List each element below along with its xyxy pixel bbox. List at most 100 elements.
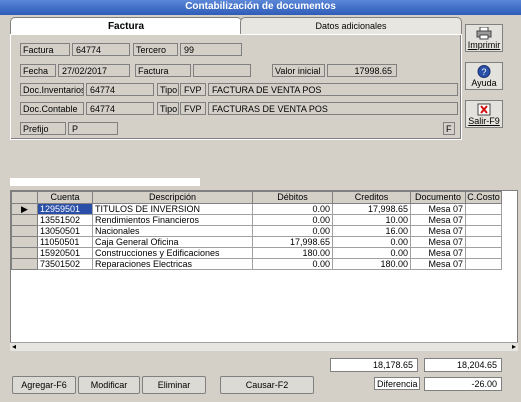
- doc-inventarios-label: Doc.Inventarios: [20, 83, 84, 96]
- tab-datos-adicionales[interactable]: Datos adicionales: [240, 17, 462, 35]
- tipo2-code-field[interactable]: FVP: [180, 102, 206, 115]
- cell-descripcion[interactable]: Caja General Oficina: [92, 236, 253, 248]
- help-label: Ayuda: [471, 78, 497, 88]
- table-row[interactable]: 73501502 Reparaciones Electricas 0.00 18…: [11, 258, 502, 270]
- tipo1-description: FACTURA DE VENTA POS: [208, 83, 458, 96]
- row-pointer-icon: ▶: [11, 203, 38, 215]
- modificar-button[interactable]: Modificar: [78, 376, 140, 394]
- grid-header-row: Cuenta Descripción Débitos Creditos Docu…: [11, 191, 502, 204]
- col-creditos[interactable]: Creditos: [332, 191, 411, 204]
- scroll-right-icon[interactable]: ▸: [512, 342, 516, 351]
- valor-inicial-field[interactable]: 17998.65: [327, 64, 397, 77]
- printer-icon: [476, 27, 492, 40]
- total-creditos: 18,204.65: [424, 358, 502, 372]
- tipo1-label: Tipo: [157, 83, 179, 96]
- table-row[interactable]: 13050501 Nacionales 0.00 16.00 Mesa 07: [11, 225, 502, 237]
- diferencia-label: Diferencia: [374, 377, 420, 390]
- window-title: Contabilización de documentos: [0, 0, 521, 15]
- row-indicator: [11, 236, 38, 248]
- cell-descripcion[interactable]: Reparaciones Electricas: [92, 258, 253, 270]
- cell-ccosto[interactable]: [465, 225, 502, 237]
- row-indicator: [11, 214, 38, 226]
- cell-creditos[interactable]: 16.00: [332, 225, 411, 237]
- col-ccosto[interactable]: C.Costo: [465, 191, 502, 204]
- cell-creditos[interactable]: 0.00: [332, 236, 411, 248]
- table-row[interactable]: 13551502 Rendimientos Financieros 0.00 1…: [11, 214, 502, 226]
- col-descripcion[interactable]: Descripción: [92, 191, 253, 204]
- cell-creditos[interactable]: 10.00: [332, 214, 411, 226]
- agregar-button[interactable]: Agregar-F6: [12, 376, 76, 394]
- entries-grid[interactable]: Cuenta Descripción Débitos Creditos Docu…: [10, 190, 518, 350]
- doc-contable-label: Doc.Contable: [20, 102, 84, 115]
- flag-field[interactable]: F: [443, 122, 455, 135]
- cell-documento[interactable]: Mesa 07: [410, 214, 466, 226]
- cell-ccosto[interactable]: [465, 247, 502, 259]
- cell-documento[interactable]: Mesa 07: [410, 236, 466, 248]
- help-button[interactable]: ? Ayuda: [465, 62, 503, 90]
- prefijo-field[interactable]: P: [68, 122, 118, 135]
- fecha-field[interactable]: 27/02/2017: [58, 64, 130, 77]
- table-row[interactable]: 11050501 Caja General Oficina 17,998.65 …: [11, 236, 502, 248]
- cell-documento[interactable]: Mesa 07: [410, 225, 466, 237]
- cell-cuenta[interactable]: 12959501: [37, 203, 93, 215]
- col-cuenta[interactable]: Cuenta: [37, 191, 93, 204]
- factura2-label: Factura: [135, 64, 191, 77]
- eliminar-button[interactable]: Eliminar: [142, 376, 206, 394]
- row-indicator: [11, 258, 38, 270]
- cell-descripcion[interactable]: Nacionales: [92, 225, 253, 237]
- cell-ccosto[interactable]: [465, 236, 502, 248]
- cell-debitos[interactable]: 0.00: [252, 203, 333, 215]
- cell-documento[interactable]: Mesa 07: [410, 247, 466, 259]
- cell-debitos[interactable]: 0.00: [252, 258, 333, 270]
- factura2-field[interactable]: [193, 64, 251, 77]
- tercero-label: Tercero: [133, 43, 178, 56]
- table-row[interactable]: ▶ 12959501 TITULOS DE INVERSION 0.00 17,…: [11, 203, 502, 215]
- horizontal-scrollbar[interactable]: ◂ ▸: [10, 342, 518, 351]
- valor-inicial-label: Valor inicial: [272, 64, 325, 77]
- cell-debitos[interactable]: 17,998.65: [252, 236, 333, 248]
- tipo2-label: Tipo: [157, 102, 179, 115]
- cell-cuenta[interactable]: 73501502: [37, 258, 93, 270]
- exit-label: Salir-F9: [468, 116, 500, 126]
- cell-ccosto[interactable]: [465, 203, 502, 215]
- doc-contable-field[interactable]: 64774: [86, 102, 154, 115]
- cell-cuenta[interactable]: 13551502: [37, 214, 93, 226]
- causar-button[interactable]: Causar-F2: [220, 376, 314, 394]
- cell-cuenta[interactable]: 15920501: [37, 247, 93, 259]
- help-icon: ?: [477, 65, 491, 78]
- cell-descripcion[interactable]: Construcciones y Edificaciones: [92, 247, 253, 259]
- col-documento[interactable]: Documento: [410, 191, 466, 204]
- cell-debitos[interactable]: 0.00: [252, 225, 333, 237]
- cell-documento[interactable]: Mesa 07: [410, 258, 466, 270]
- cell-cuenta[interactable]: 13050501: [37, 225, 93, 237]
- total-debitos: 18,178.65: [330, 358, 418, 372]
- cell-debitos[interactable]: 0.00: [252, 214, 333, 226]
- grid-strip: [10, 178, 200, 186]
- factura-field[interactable]: 64774: [72, 43, 130, 56]
- print-button[interactable]: Imprimir: [465, 24, 503, 52]
- cell-documento[interactable]: Mesa 07: [410, 203, 466, 215]
- table-row[interactable]: 15920501 Construcciones y Edificaciones …: [11, 247, 502, 259]
- diferencia-value: -26.00: [424, 377, 502, 391]
- cell-debitos[interactable]: 180.00: [252, 247, 333, 259]
- cell-ccosto[interactable]: [465, 214, 502, 226]
- cell-descripcion[interactable]: TITULOS DE INVERSION: [92, 203, 253, 215]
- col-debitos[interactable]: Débitos: [252, 191, 333, 204]
- fecha-label: Fecha: [20, 64, 56, 77]
- exit-button[interactable]: Salir-F9: [465, 100, 503, 128]
- tab-factura[interactable]: Factura: [10, 17, 242, 35]
- cell-creditos[interactable]: 17,998.65: [332, 203, 411, 215]
- cell-descripcion[interactable]: Rendimientos Financieros: [92, 214, 253, 226]
- row-indicator: [11, 225, 38, 237]
- print-label: Imprimir: [467, 40, 501, 50]
- cell-cuenta[interactable]: 11050501: [37, 236, 93, 248]
- doc-inventarios-field[interactable]: 64774: [86, 83, 154, 96]
- cell-creditos[interactable]: 0.00: [332, 247, 411, 259]
- tipo1-code-field[interactable]: FVP: [180, 83, 206, 96]
- cell-creditos[interactable]: 180.00: [332, 258, 411, 270]
- tipo2-description: FACTURAS DE VENTA POS: [208, 102, 458, 115]
- prefijo-label: Prefijo: [20, 122, 66, 135]
- tercero-field[interactable]: 99: [180, 43, 242, 56]
- scroll-left-icon[interactable]: ◂: [12, 342, 16, 351]
- cell-ccosto[interactable]: [465, 258, 502, 270]
